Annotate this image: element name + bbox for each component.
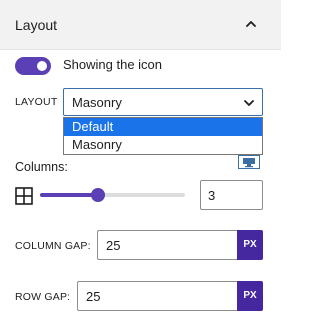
layout-option-default[interactable]: Default — [64, 118, 262, 136]
column-gap-input[interactable] — [97, 230, 237, 260]
chevron-down-icon — [244, 100, 254, 106]
show-icon-toggle-row: Showing the icon — [15, 55, 265, 77]
toggle-label: Showing the icon — [63, 57, 163, 72]
layout-option-masonry[interactable]: Masonry — [64, 136, 262, 154]
column-gap-unit-button[interactable]: PX — [237, 230, 263, 260]
layout-select-value: Masonry — [72, 95, 122, 110]
slider-thumb[interactable] — [91, 188, 105, 202]
columns-label: Columns: — [15, 160, 68, 174]
row-gap-unit-button[interactable]: PX — [237, 281, 263, 311]
toggle-knob — [37, 61, 47, 71]
show-icon-toggle[interactable] — [15, 57, 51, 75]
desktop-icon[interactable] — [238, 155, 260, 169]
row-gap-input[interactable] — [77, 281, 237, 311]
layout-label: LAYOUT — [15, 96, 58, 108]
columns-number-input[interactable] — [200, 180, 263, 210]
layout-dropdown-list: Default Masonry — [63, 117, 263, 155]
column-gap-label: COLUMN GAP: — [15, 240, 91, 252]
row-gap-label: ROW GAP: — [15, 291, 71, 303]
panel-header[interactable]: Layout — [0, 0, 281, 50]
panel-title: Layout — [15, 17, 58, 33]
layout-select[interactable]: Masonry — [63, 88, 263, 116]
columns-slider[interactable] — [40, 185, 185, 205]
slider-fill — [40, 193, 98, 197]
columns-grid-icon — [15, 187, 33, 205]
chevron-up-icon[interactable] — [244, 17, 258, 31]
layout-panel: Layout Showing the icon LAYOUT Masonry D… — [0, 0, 281, 323]
